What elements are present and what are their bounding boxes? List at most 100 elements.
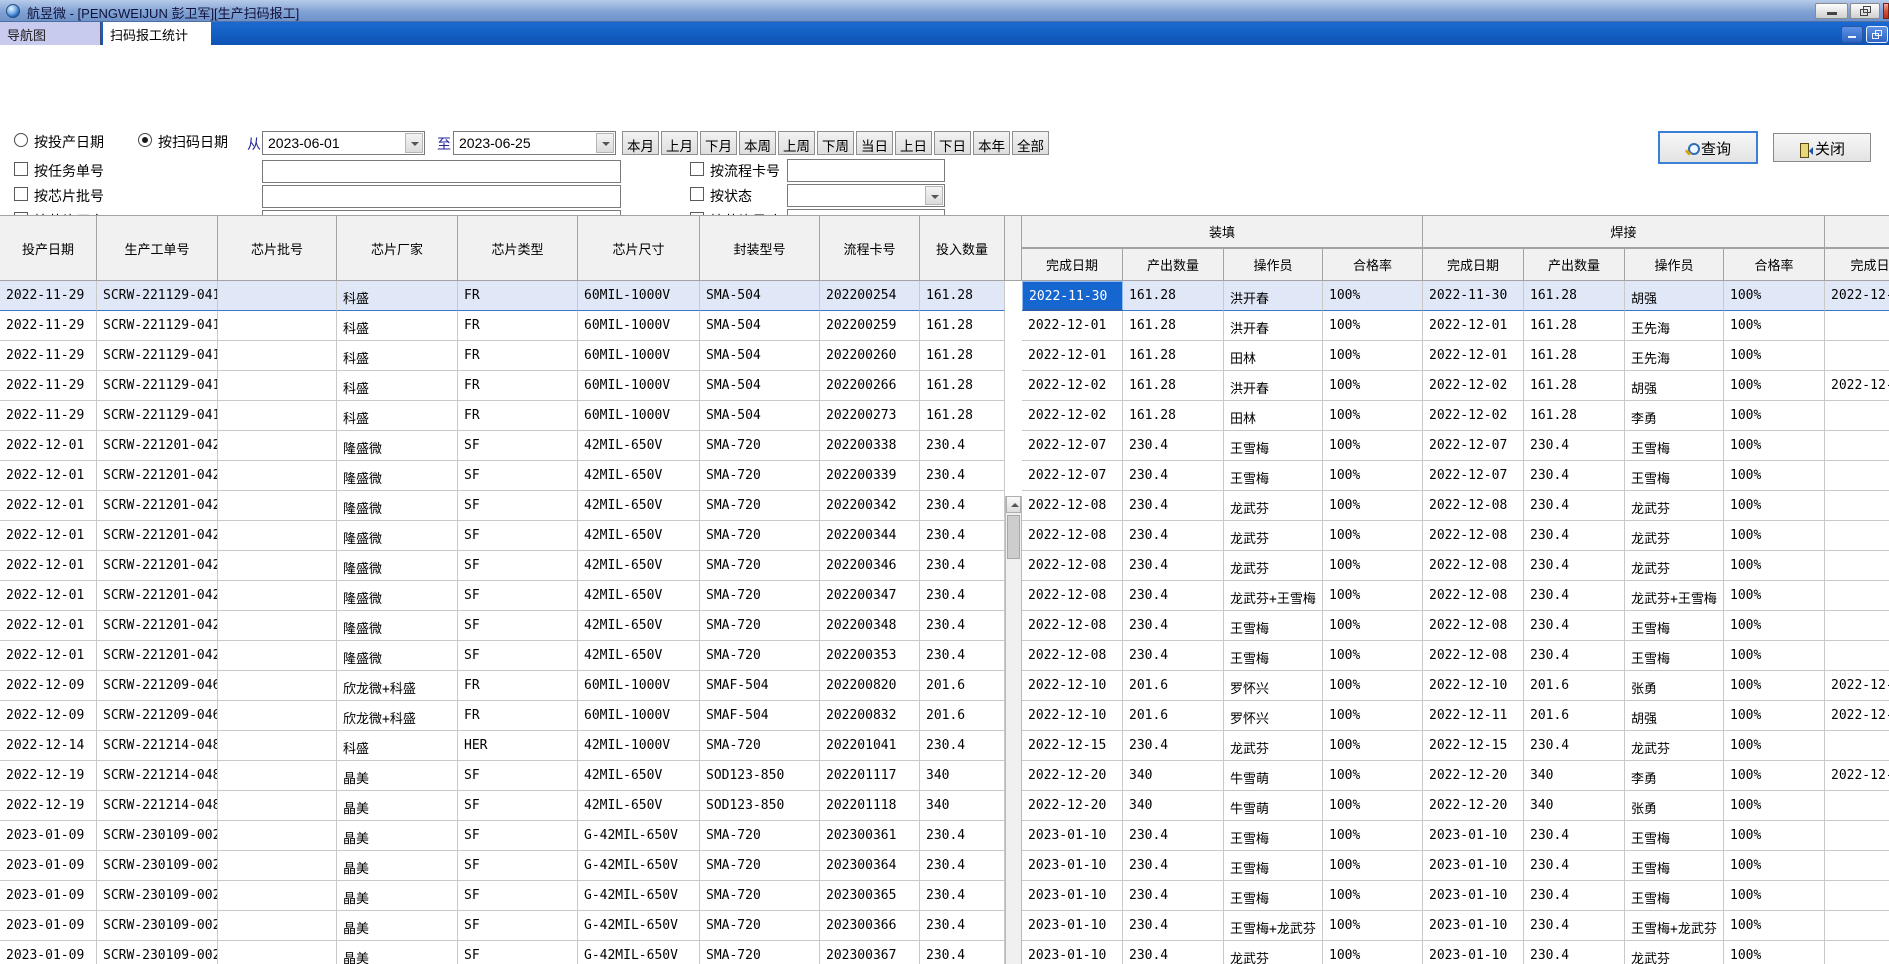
cell[interactable]: 王雪梅 <box>1625 431 1724 461</box>
cell[interactable]: 230.4 <box>1123 851 1224 881</box>
cell[interactable]: 2023-01-10 <box>1423 911 1524 941</box>
checkbox-by-flow-card[interactable] <box>690 162 704 176</box>
cell[interactable]: 230.4 <box>1524 551 1625 581</box>
cell[interactable]: SMA-720 <box>700 491 820 521</box>
cell[interactable]: SCRW-230109-002 <box>97 941 218 964</box>
cell[interactable]: 2022-11-29 <box>0 341 97 371</box>
cell[interactable]: 2022-12-07 <box>1022 431 1123 461</box>
cell[interactable]: 230.4 <box>1123 881 1224 911</box>
mdi-minimize-button[interactable] <box>1841 26 1863 43</box>
cell[interactable]: 161.28 <box>1123 311 1224 341</box>
cell[interactable] <box>218 311 337 341</box>
cell[interactable]: 张勇 <box>1625 671 1724 701</box>
cell[interactable]: 隆盛微 <box>337 491 458 521</box>
cell[interactable]: 230.4 <box>1524 461 1625 491</box>
cell[interactable]: 230.4 <box>1123 461 1224 491</box>
cell[interactable]: 230.4 <box>1524 911 1625 941</box>
cell[interactable] <box>1825 581 1889 611</box>
cell[interactable]: 230.4 <box>1123 551 1224 581</box>
cell[interactable]: 晶美 <box>337 941 458 964</box>
cell[interactable]: 2022-11-29 <box>0 371 97 401</box>
cell[interactable]: 2023-01-10 <box>1022 941 1123 964</box>
quick-date-tomorrow[interactable]: 下日 <box>934 131 971 155</box>
cell[interactable]: SCRW-221201-042 <box>97 431 218 461</box>
cell[interactable]: SF <box>458 821 578 851</box>
cell[interactable]: SCRW-230109-002 <box>97 821 218 851</box>
cell[interactable]: 100% <box>1724 461 1825 491</box>
cell[interactable]: FR <box>458 371 578 401</box>
cell[interactable]: 2022-12-08 <box>1022 611 1123 641</box>
cell[interactable]: 60MIL-1000V <box>578 341 700 371</box>
table-row[interactable]: 2022-11-29SCRW-221129-041科盛FR60MIL-1000V… <box>0 371 1889 401</box>
cell[interactable] <box>218 341 337 371</box>
cell[interactable]: 100% <box>1724 371 1825 401</box>
cell[interactable]: 龙武芬 <box>1224 551 1323 581</box>
cell[interactable]: 230.4 <box>920 521 1005 551</box>
cell[interactable] <box>1825 791 1889 821</box>
cell[interactable]: 2022-12- <box>1825 761 1889 791</box>
cell[interactable] <box>218 431 337 461</box>
cell[interactable] <box>1825 401 1889 431</box>
cell[interactable]: SCRW-221214-048 <box>97 761 218 791</box>
cell[interactable]: 161.28 <box>1524 341 1625 371</box>
cell[interactable]: 龙武芬+王雪梅 <box>1224 581 1323 611</box>
cell[interactable]: 2022-12-07 <box>1423 461 1524 491</box>
cell[interactable]: 晶美 <box>337 851 458 881</box>
date-from-combo[interactable]: 2023-06-01 <box>262 131 425 155</box>
cell[interactable]: 龙武芬 <box>1625 941 1724 964</box>
cell[interactable]: FR <box>458 311 578 341</box>
cell[interactable]: 100% <box>1724 761 1825 791</box>
cell[interactable]: 2022-12-07 <box>1022 461 1123 491</box>
cell[interactable]: 2022-12-01 <box>1022 311 1123 341</box>
cell[interactable]: 2022-12-02 <box>1022 371 1123 401</box>
cell[interactable]: 2022-12- <box>1825 371 1889 401</box>
cell[interactable]: SCRW-221201-042 <box>97 521 218 551</box>
cell[interactable]: 龙武芬 <box>1625 551 1724 581</box>
cell[interactable] <box>1825 611 1889 641</box>
cell[interactable] <box>1825 911 1889 941</box>
cell[interactable]: 60MIL-1000V <box>578 281 700 311</box>
radio-by-scan-date-label[interactable]: 按扫码日期 <box>158 132 228 152</box>
cell[interactable] <box>218 761 337 791</box>
cell[interactable]: G-42MIL-650V <box>578 851 700 881</box>
cell[interactable]: 罗怀兴 <box>1224 701 1323 731</box>
cell[interactable]: SCRW-230109-002 <box>97 851 218 881</box>
cell[interactable]: 100% <box>1323 731 1423 761</box>
quick-date-last-week[interactable]: 上周 <box>778 131 815 155</box>
cell[interactable]: SCRW-221209-046 <box>97 671 218 701</box>
cell[interactable]: 2022-12-08 <box>1423 491 1524 521</box>
cell[interactable]: 王雪梅+龙武芬 <box>1625 911 1724 941</box>
cell[interactable] <box>1825 311 1889 341</box>
cell[interactable]: 2022-12-08 <box>1022 581 1123 611</box>
table-row[interactable]: 2022-12-01SCRW-221201-042隆盛微SF42MIL-650V… <box>0 581 1889 611</box>
cell[interactable]: 隆盛微 <box>337 641 458 671</box>
cell[interactable]: 100% <box>1323 371 1423 401</box>
cell[interactable]: 王雪梅+龙武芬 <box>1224 911 1323 941</box>
cell[interactable]: 201.6 <box>1524 671 1625 701</box>
cell[interactable]: 202200346 <box>820 551 920 581</box>
cell[interactable]: 60MIL-1000V <box>578 371 700 401</box>
chevron-down-icon[interactable] <box>925 186 943 205</box>
cell[interactable]: 100% <box>1323 401 1423 431</box>
cell[interactable]: 2022-12-01 <box>0 611 97 641</box>
cell[interactable]: 230.4 <box>1524 881 1625 911</box>
cell[interactable]: 340 <box>920 791 1005 821</box>
cell[interactable]: 230.4 <box>920 461 1005 491</box>
cell[interactable] <box>1825 941 1889 964</box>
cell[interactable]: 230.4 <box>1123 941 1224 964</box>
quick-date-yesterday[interactable]: 上日 <box>895 131 932 155</box>
checkbox-by-status[interactable] <box>690 187 704 201</box>
cell[interactable]: 100% <box>1724 941 1825 964</box>
cell[interactable]: 100% <box>1323 521 1423 551</box>
cell[interactable]: 科盛 <box>337 311 458 341</box>
cell[interactable]: SCRW-221129-041 <box>97 281 218 311</box>
cell[interactable]: SCRW-221129-041 <box>97 341 218 371</box>
cell[interactable]: SMAF-504 <box>700 701 820 731</box>
cell[interactable]: 230.4 <box>920 491 1005 521</box>
cell[interactable]: 100% <box>1724 851 1825 881</box>
cell[interactable]: SMA-720 <box>700 461 820 491</box>
cell[interactable]: SMA-720 <box>700 581 820 611</box>
cell[interactable]: 100% <box>1724 641 1825 671</box>
cell[interactable]: 王雪梅 <box>1224 611 1323 641</box>
cell[interactable]: 230.4 <box>1524 941 1625 964</box>
